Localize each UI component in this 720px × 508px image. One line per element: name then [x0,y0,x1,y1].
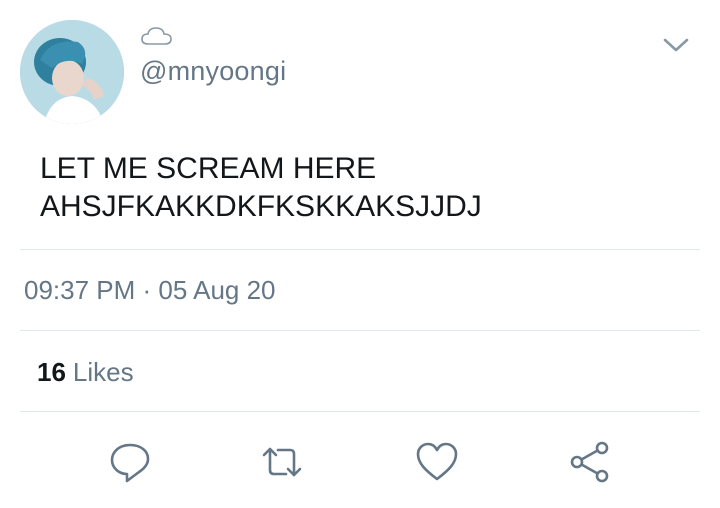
share-icon [570,441,609,483]
retweet-icon [262,447,302,477]
likes-stat[interactable]: 16 Likes [37,357,134,388]
retweet-button[interactable] [260,440,304,484]
reply-icon [110,443,150,483]
avatar[interactable] [20,20,124,124]
tweet-text: LET ME SCREAM HERE AHSJFKAKKDKFKSKKAKSJJ… [40,150,680,226]
tweet-card: @mnyoongi LET ME SCREAM HERE AHSJFKAKKDK… [0,0,720,508]
chevron-down-icon[interactable] [661,34,691,56]
like-button[interactable] [415,440,459,484]
cloud-emoji-icon [141,27,172,45]
user-handle[interactable]: @mnyoongi [140,56,286,87]
tweet-text-line: AHSJFKAKKDKFKSKKAKSJJDJ [40,190,482,223]
share-button[interactable] [568,440,612,484]
reply-button[interactable] [108,440,152,484]
divider [20,249,700,250]
timestamp[interactable]: 09:37 PM · 05 Aug 20 [24,275,276,306]
likes-count: 16 [37,357,66,387]
heart-icon [416,442,458,481]
divider [20,411,700,412]
divider [20,330,700,331]
display-name[interactable] [140,24,174,48]
tweet-text-line: LET ME SCREAM HERE [40,152,377,185]
avatar-image [20,20,124,124]
likes-label: Likes [72,357,134,387]
